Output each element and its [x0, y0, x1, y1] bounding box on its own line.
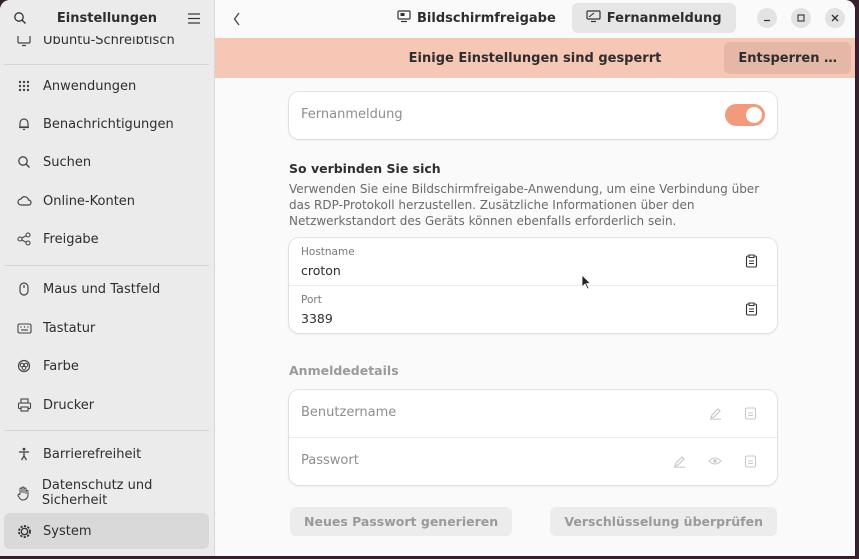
tab-screen-sharing[interactable]: Bildschirmfreigabe: [383, 3, 570, 33]
sidebar-title: Einstellungen: [56, 10, 158, 26]
sidebar-item-system[interactable]: System: [4, 513, 209, 549]
mouse-icon: [16, 281, 32, 297]
tab-label: Fernanmeldung: [606, 10, 722, 26]
main-content: Bildschirmfreigabe Fernanmeldung Einige …: [215, 0, 855, 556]
window-controls: [757, 8, 845, 28]
tab-label: Bildschirmfreigabe: [417, 10, 556, 26]
copy-icon[interactable]: [743, 253, 759, 269]
connect-section-description: Verwenden Sie eine Bildschirmfreigabe-An…: [289, 182, 760, 228]
sidebar-item-search[interactable]: Suchen: [4, 144, 209, 180]
keyboard-icon: [16, 320, 32, 336]
sidebar-item-sharing[interactable]: Freigabe: [4, 221, 209, 257]
sidebar-item-label: Tastatur: [43, 320, 96, 336]
accessibility-icon: [16, 446, 32, 462]
back-icon[interactable]: [227, 9, 247, 29]
sidebar-item-label: Barrierefreiheit: [43, 446, 142, 462]
sidebar-item-privacy[interactable]: Datenschutz und Sicherheit: [4, 475, 209, 511]
remote-login-card: Fernanmeldung: [289, 92, 777, 139]
login-details-title: Anmeldedetails: [289, 363, 399, 378]
remote-login-icon: [586, 9, 601, 27]
search-icon: [16, 154, 32, 170]
copy-icon[interactable]: [742, 453, 758, 469]
hostname-label: Hostname: [301, 246, 355, 258]
hostname-value: croton: [301, 263, 341, 278]
gear-icon: [16, 523, 32, 539]
sidebar-item-accessibility[interactable]: Barrierefreiheit: [4, 436, 209, 472]
sidebar-divider: [4, 64, 209, 65]
sidebar-item-label: Drucker: [43, 397, 95, 413]
sidebar-item-label: Datenschutz und Sicherheit: [41, 478, 153, 508]
connect-section-title: So verbinden Sie sich: [289, 161, 441, 176]
sidebar-item-label: Benachrichtigungen: [43, 116, 174, 132]
banner-text: Einige Einstellungen sind gesperrt: [408, 50, 662, 66]
port-label: Port: [301, 294, 322, 306]
edit-icon[interactable]: [707, 405, 723, 421]
bell-icon: [16, 116, 32, 132]
menu-icon[interactable]: [184, 8, 204, 28]
color-icon: [16, 358, 32, 374]
search-icon[interactable]: [10, 8, 30, 28]
generate-password-button[interactable]: Neues Passwort generieren: [290, 507, 513, 536]
view-switcher: Bildschirmfreigabe Fernanmeldung: [383, 3, 736, 33]
apps-grid-icon: [16, 78, 32, 94]
copy-icon[interactable]: [743, 301, 759, 317]
remote-login-row: Fernanmeldung: [289, 92, 777, 139]
connection-info-card: Hostname croton Port 3389: [289, 238, 777, 333]
locked-banner: Einige Einstellungen sind gesperrt Entsp…: [215, 38, 855, 78]
sidebar-item-label: System: [43, 523, 92, 539]
edit-icon[interactable]: [671, 453, 687, 469]
settings-window: Ubuntu-Schreibtisch Anwendungen Benachri…: [0, 0, 855, 556]
mouse-pointer-icon: [581, 274, 592, 294]
eye-icon[interactable]: [707, 453, 723, 469]
remote-login-toggle[interactable]: [725, 104, 765, 126]
sidebar-item-notifications[interactable]: Benachrichtigungen: [4, 106, 209, 142]
hostname-row: Hostname croton: [289, 238, 777, 286]
sidebar-item-label: Farbe: [43, 358, 79, 374]
sidebar-item-label: Maus und Tastfeld: [43, 281, 161, 297]
screen-share-icon: [397, 9, 411, 27]
sidebar-item-label: Anwendungen: [43, 78, 137, 94]
username-row: Benutzername: [289, 390, 777, 438]
port-row: Port 3389: [289, 286, 777, 333]
sidebar-item-apps[interactable]: Anwendungen: [4, 68, 209, 104]
close-icon[interactable]: [825, 8, 845, 28]
maximize-icon[interactable]: [791, 8, 811, 28]
username-field[interactable]: Benutzername: [301, 405, 396, 420]
remote-login-label: Fernanmeldung: [301, 107, 403, 122]
minimize-icon[interactable]: [757, 8, 777, 28]
sidebar: Ubuntu-Schreibtisch Anwendungen Benachri…: [0, 0, 215, 556]
share-icon: [16, 231, 32, 247]
sidebar-item-keyboard[interactable]: Tastatur: [4, 310, 209, 346]
password-field[interactable]: Passwort: [301, 453, 359, 468]
sidebar-item-mouse[interactable]: Maus und Tastfeld: [4, 271, 209, 307]
printer-icon: [16, 397, 32, 413]
hand-icon: [16, 485, 31, 501]
sidebar-header: Einstellungen: [0, 0, 214, 36]
cloud-icon: [16, 193, 32, 209]
verify-encryption-button[interactable]: Verschlüsselung überprüfen: [550, 507, 777, 536]
login-details-card: Benutzername Passwort: [289, 390, 777, 485]
copy-icon[interactable]: [742, 405, 758, 421]
sidebar-item-color[interactable]: Farbe: [4, 348, 209, 384]
sidebar-divider: [4, 265, 209, 266]
toggle-knob: [746, 107, 762, 123]
sidebar-item-printers[interactable]: Drucker: [4, 387, 209, 423]
unlock-button[interactable]: Entsperren …: [724, 42, 851, 74]
tab-remote-login[interactable]: Fernanmeldung: [571, 3, 736, 33]
sidebar-item-label: Freigabe: [43, 231, 99, 247]
sidebar-divider: [4, 430, 209, 431]
header-bar: Bildschirmfreigabe Fernanmeldung: [215, 0, 855, 38]
sidebar-item-label: Online-Konten: [43, 193, 136, 209]
sidebar-item-online-accounts[interactable]: Online-Konten: [4, 183, 209, 219]
port-value: 3389: [301, 311, 333, 326]
password-row: Passwort: [289, 438, 777, 485]
sidebar-item-label: Suchen: [43, 154, 92, 170]
